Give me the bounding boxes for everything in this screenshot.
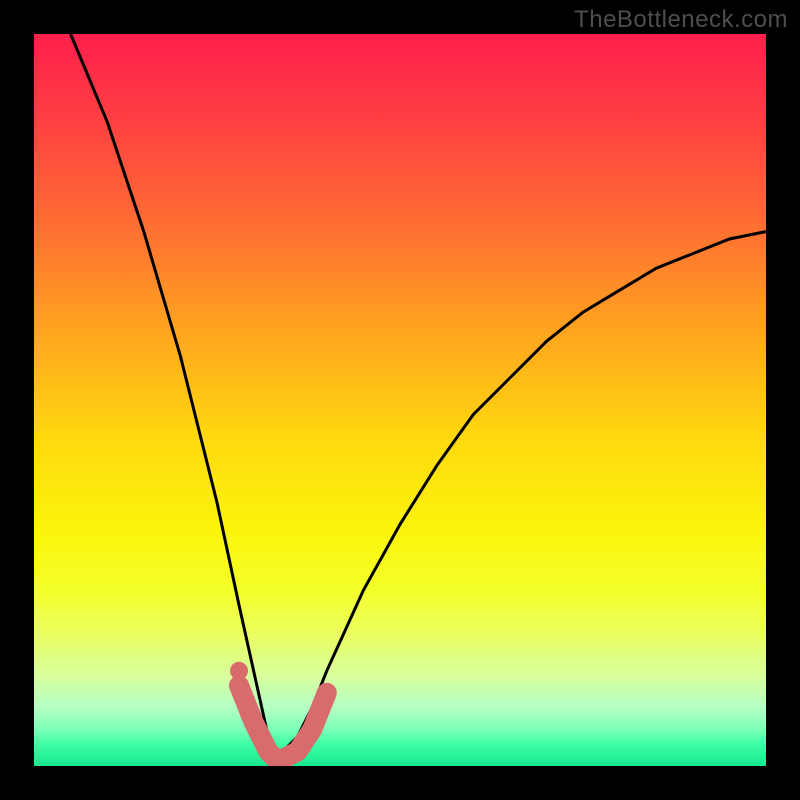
sweet-spot-highlight [239, 686, 327, 759]
chart-frame: TheBottleneck.com [0, 0, 800, 800]
bottleneck-curve [71, 34, 766, 751]
marker-dot-icon [230, 662, 248, 680]
watermark-text: TheBottleneck.com [574, 6, 788, 34]
bottleneck-curve-svg [34, 34, 766, 766]
plot-area [34, 34, 766, 766]
